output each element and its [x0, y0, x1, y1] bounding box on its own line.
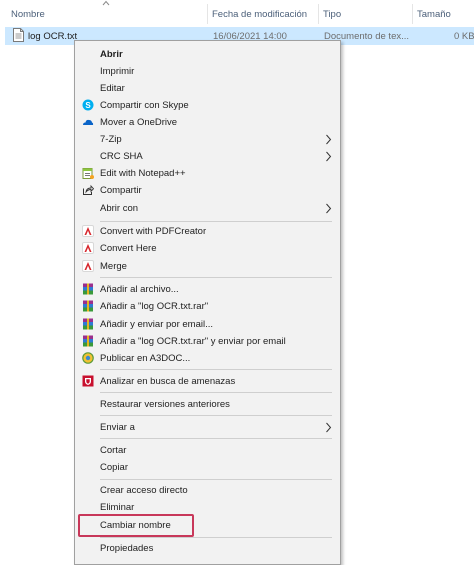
menu-item-notepad-plus-plus[interactable]: Edit with Notepad++: [75, 165, 340, 182]
menu-item-anadir-rar-enviar-email[interactable]: Añadir a "log OCR.txt.rar" y enviar por …: [75, 333, 340, 350]
menu-item-label: Imprimir: [100, 66, 135, 77]
column-type[interactable]: Tipo: [323, 9, 341, 20]
menu-item-label: Convert with PDFCreator: [100, 226, 207, 237]
menu-item-label: Añadir y enviar por email...: [100, 319, 213, 330]
menu-item-label: Copiar: [100, 462, 128, 473]
antivirus-icon: [82, 375, 94, 387]
menu-item-propiedades[interactable]: Propiedades: [75, 540, 340, 557]
menu-separator: [100, 392, 332, 393]
menu-separator: [100, 277, 332, 278]
menu-item-label: CRC SHA: [100, 151, 143, 162]
column-divider[interactable]: [207, 4, 208, 24]
winrar-icon: [83, 300, 93, 312]
column-size[interactable]: Tamaño: [417, 9, 451, 20]
menu-item-7zip[interactable]: 7-Zip: [75, 131, 340, 148]
menu-item-label: Convert Here: [100, 243, 157, 254]
highlight-box: [78, 514, 194, 537]
menu-item-anadir-archivo[interactable]: Añadir al archivo...: [75, 281, 340, 298]
menu-separator: [100, 369, 332, 370]
chevron-right-icon: [326, 203, 332, 214]
menu-item-label: Mover a OneDrive: [100, 117, 178, 128]
menu-item-merge[interactable]: Merge: [75, 258, 340, 275]
menu-item-cortar[interactable]: Cortar: [75, 442, 340, 459]
menu-item-anadir-enviar-email[interactable]: Añadir y enviar por email...: [75, 316, 340, 333]
menu-item-analizar-amenazas[interactable]: Analizar en busca de amenazas: [75, 373, 340, 390]
svg-text:S: S: [85, 101, 91, 110]
menu-item-convert-here[interactable]: Convert Here: [75, 240, 340, 257]
onedrive-icon: [83, 119, 94, 125]
menu-item-label: Eliminar: [100, 502, 135, 513]
menu-separator: [100, 221, 332, 222]
menu-item-anadir-a-rar[interactable]: Añadir a "log OCR.txt.rar": [75, 298, 340, 315]
menu-item-abrir[interactable]: Abrir: [75, 46, 340, 63]
pdfcreator-icon: [82, 242, 94, 254]
column-name[interactable]: Nombre: [11, 9, 45, 20]
menu-item-label: Añadir a "log OCR.txt.rar": [100, 301, 209, 312]
menu-item-label: Analizar en busca de amenazas: [100, 376, 236, 387]
menu-item-label: Crear acceso directo: [100, 485, 188, 496]
menu-item-compartir-skype[interactable]: S Compartir con Skype: [75, 97, 340, 114]
menu-item-restaurar-versiones[interactable]: Restaurar versiones anteriores: [75, 396, 340, 413]
menu-separator: [100, 479, 332, 480]
menu-item-crc-sha[interactable]: CRC SHA: [75, 148, 340, 165]
menu-item-label: Publicar en A3DOC...: [100, 353, 191, 364]
menu-item-label: Edit with Notepad++: [100, 168, 186, 179]
winrar-icon: [83, 335, 93, 347]
menu-separator: [100, 537, 332, 538]
menu-item-label: Compartir con Skype: [100, 100, 189, 111]
menu-item-label: Editar: [100, 83, 125, 94]
menu-item-convert-pdfcreator[interactable]: Convert with PDFCreator: [75, 223, 340, 240]
menu-item-abrir-con[interactable]: Abrir con: [75, 200, 340, 217]
column-date[interactable]: Fecha de modificación: [212, 9, 307, 20]
menu-item-editar[interactable]: Editar: [75, 80, 340, 97]
menu-item-label: Cortar: [100, 445, 127, 456]
file-name[interactable]: log OCR.txt: [28, 31, 77, 42]
pdfcreator-icon: [82, 260, 94, 272]
menu-item-label: 7-Zip: [100, 134, 122, 145]
menu-item-publicar-a3doc[interactable]: Publicar en A3DOC...: [75, 350, 340, 367]
menu-item-label: Abrir con: [100, 203, 139, 214]
notepad-plus-plus-icon: [82, 168, 94, 179]
share-icon: [83, 184, 94, 195]
a3doc-icon: [82, 352, 94, 364]
menu-item-label: Enviar a: [100, 422, 135, 433]
text-file-icon: [13, 28, 24, 42]
menu-item-label: Propiedades: [100, 543, 154, 554]
menu-item-label: Abrir: [100, 49, 123, 60]
menu-item-copiar[interactable]: Copiar: [75, 459, 340, 476]
menu-item-compartir[interactable]: Compartir: [75, 182, 340, 199]
menu-item-onedrive[interactable]: Mover a OneDrive: [75, 114, 340, 131]
chevron-right-icon: [326, 151, 332, 162]
file-size: 0 KB: [454, 31, 474, 42]
menu-separator: [100, 415, 332, 416]
pdfcreator-icon: [82, 225, 94, 237]
sort-ascending-icon: [102, 0, 110, 6]
column-divider[interactable]: [318, 4, 319, 24]
menu-item-label: Añadir a "log OCR.txt.rar" y enviar por …: [100, 336, 286, 347]
menu-item-imprimir[interactable]: Imprimir: [75, 63, 340, 80]
menu-item-label: Restaurar versiones anteriores: [100, 399, 230, 410]
menu-item-label: Compartir: [100, 185, 142, 196]
winrar-icon: [83, 283, 93, 295]
menu-item-label: Añadir al archivo...: [100, 284, 179, 295]
context-menu: Abrir Imprimir Editar S Compartir con Sk…: [74, 40, 341, 565]
column-divider[interactable]: [412, 4, 413, 24]
menu-item-enviar-a[interactable]: Enviar a: [75, 419, 340, 436]
chevron-right-icon: [326, 422, 332, 433]
column-header: Nombre Fecha de modificación Tipo Tamaño: [0, 0, 474, 26]
chevron-right-icon: [326, 134, 332, 145]
menu-item-crear-acceso-directo[interactable]: Crear acceso directo: [75, 482, 340, 499]
menu-item-label: Merge: [100, 261, 127, 272]
winrar-icon: [83, 318, 93, 330]
menu-separator: [100, 438, 332, 439]
skype-icon: S: [82, 99, 94, 111]
